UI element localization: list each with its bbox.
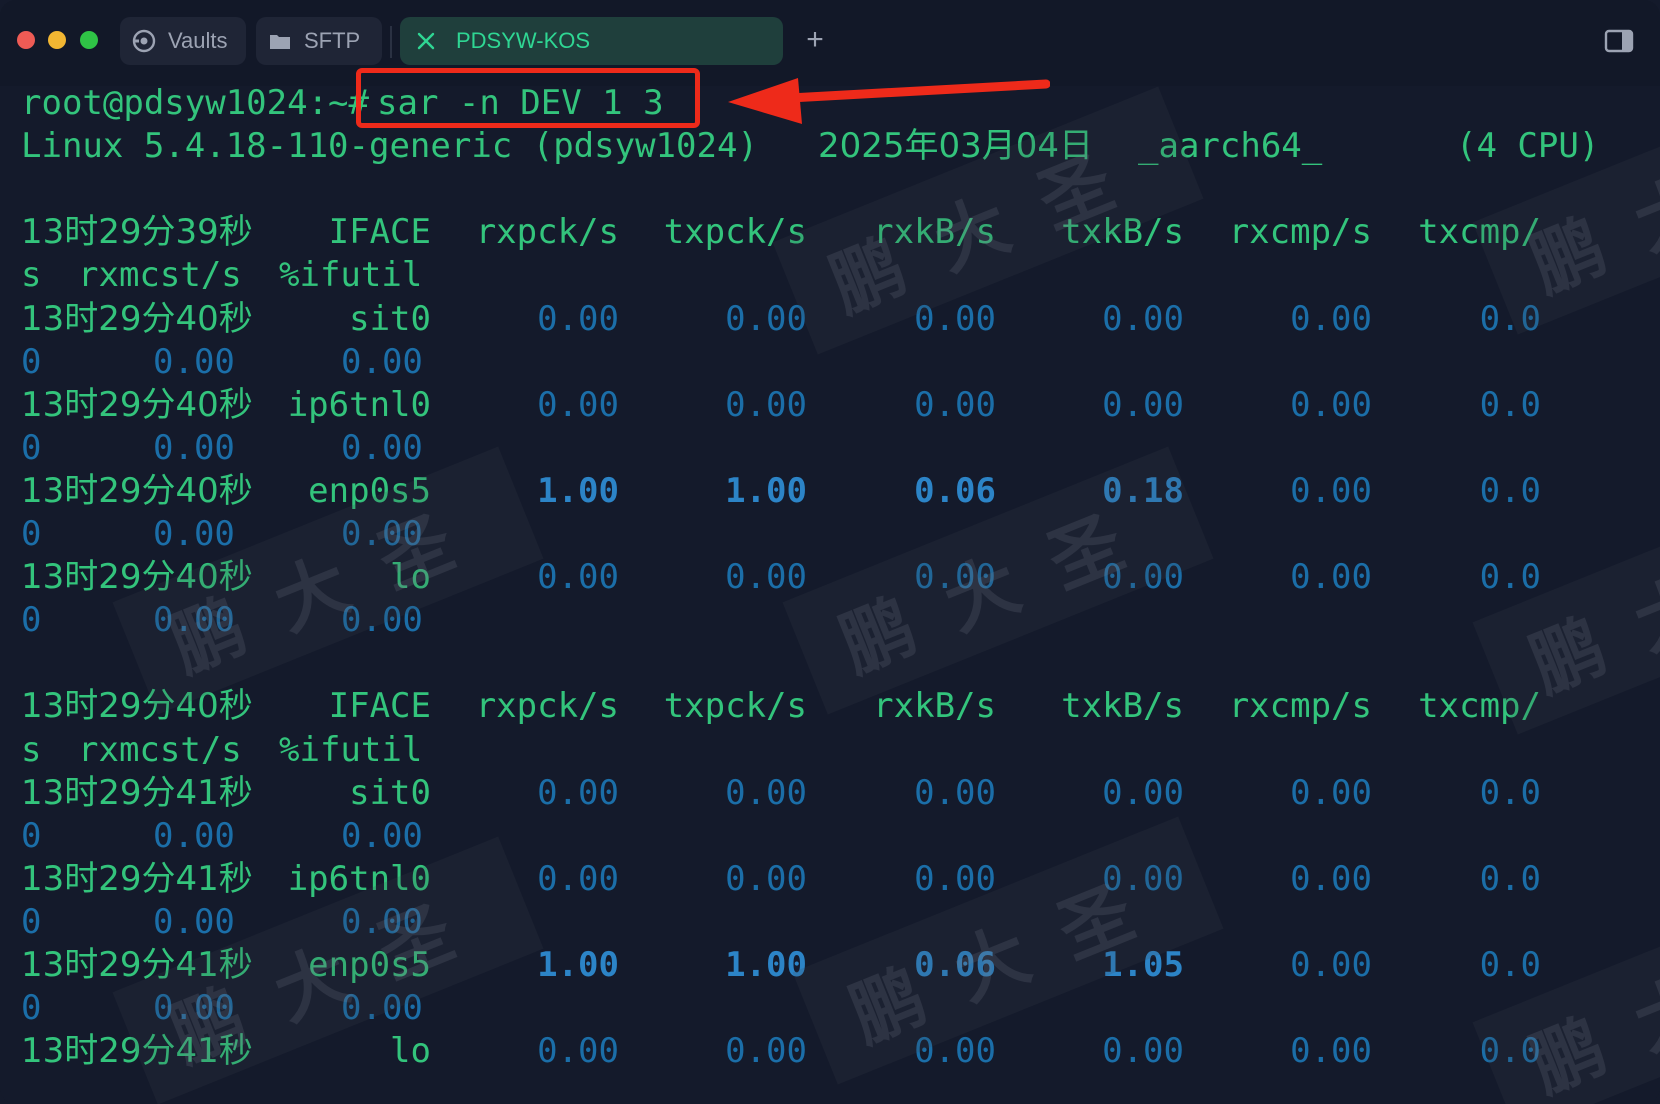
column-header: txcmp/ (1418, 686, 1541, 727)
kernel-info: Linux 5.4.18-110-generic (pdsyw1024) (21, 126, 758, 167)
stat-value: 0.0 (1479, 557, 1541, 598)
minimize-window-button[interactable] (48, 31, 66, 49)
cpu-count: (4 CPU) (1456, 126, 1600, 167)
stat-value: 0.0 (1479, 470, 1541, 511)
stat-value: 0 (21, 600, 42, 641)
terminal-window: Vaults SFTP PDSYW-KOS + root@pdsyw1024:~… (0, 0, 1660, 1104)
column-header: rxmcst/s (78, 255, 242, 296)
arch-info: _aarch64_ (1138, 126, 1323, 167)
sidebar-toggle-icon[interactable] (1604, 26, 1634, 56)
stat-value: 0.00 (341, 600, 423, 641)
stat-value: 0 (21, 514, 42, 554)
stat-value: 0.00 (341, 901, 423, 942)
stat-value: 0 (21, 427, 42, 468)
column-header: rxmcst/s (78, 729, 242, 770)
stat-value: 0.00 (153, 988, 235, 1029)
tab-label: SFTP (304, 28, 361, 53)
new-tab-button[interactable]: + (800, 20, 830, 60)
column-header: %ifutil (279, 729, 423, 770)
stat-value: 0.0 (1479, 858, 1541, 899)
title-bar: Vaults SFTP PDSYW-KOS + (0, 0, 1660, 86)
column-header: %ifutil (279, 255, 423, 296)
close-window-button[interactable] (17, 31, 35, 49)
stat-value: 0.0 (1479, 298, 1541, 339)
column-header: txcmp/ (1418, 212, 1541, 253)
stat-value: 0 (21, 341, 42, 382)
stat-value: 0 (21, 988, 42, 1029)
tab-pdsyw-kos[interactable]: PDSYW-KOS (400, 17, 783, 65)
tab-vaults[interactable]: Vaults (120, 17, 246, 65)
tab-sftp[interactable]: SFTP (256, 17, 382, 65)
command-highlight-box (356, 68, 700, 128)
stat-value: 0.00 (341, 427, 423, 468)
vault-icon (132, 29, 156, 53)
stat-value: 0.00 (153, 901, 235, 942)
tab-divider (390, 26, 392, 58)
stat-value: 0.0 (1479, 384, 1541, 425)
terminal-output[interactable]: root@pdsyw1024:~# sar -n DEV 1 3 Linux 5.4… (21, 82, 1660, 1104)
stat-value: 0.00 (153, 514, 235, 554)
stat-value: 0.0 (1479, 945, 1541, 985)
zoom-window-button[interactable] (80, 31, 98, 49)
stat-value: 0.00 (153, 341, 235, 382)
tab-label: Vaults (168, 28, 228, 53)
stat-value: 0.00 (153, 427, 235, 468)
folder-icon (268, 29, 292, 53)
stat-value: 0.00 (153, 600, 235, 641)
stat-value: 0 (21, 815, 42, 856)
tab-label: PDSYW-KOS (456, 28, 591, 53)
column-header: s (21, 255, 42, 296)
stat-value: 0.00 (341, 514, 423, 554)
stat-value: 0.00 (341, 341, 423, 382)
close-icon[interactable] (414, 29, 438, 53)
column-header: s (21, 729, 42, 770)
shell-prompt: root@pdsyw1024:~# (21, 83, 369, 123)
stat-value: 0 (21, 901, 42, 942)
stat-value: 0.0 (1479, 772, 1541, 813)
stat-value: 0.0 (1479, 1031, 1541, 1072)
stat-value: 0.00 (153, 815, 235, 856)
stat-value: 0.00 (341, 815, 423, 856)
stat-value: 0.00 (341, 988, 423, 1029)
annotation-arrow (728, 78, 1050, 124)
